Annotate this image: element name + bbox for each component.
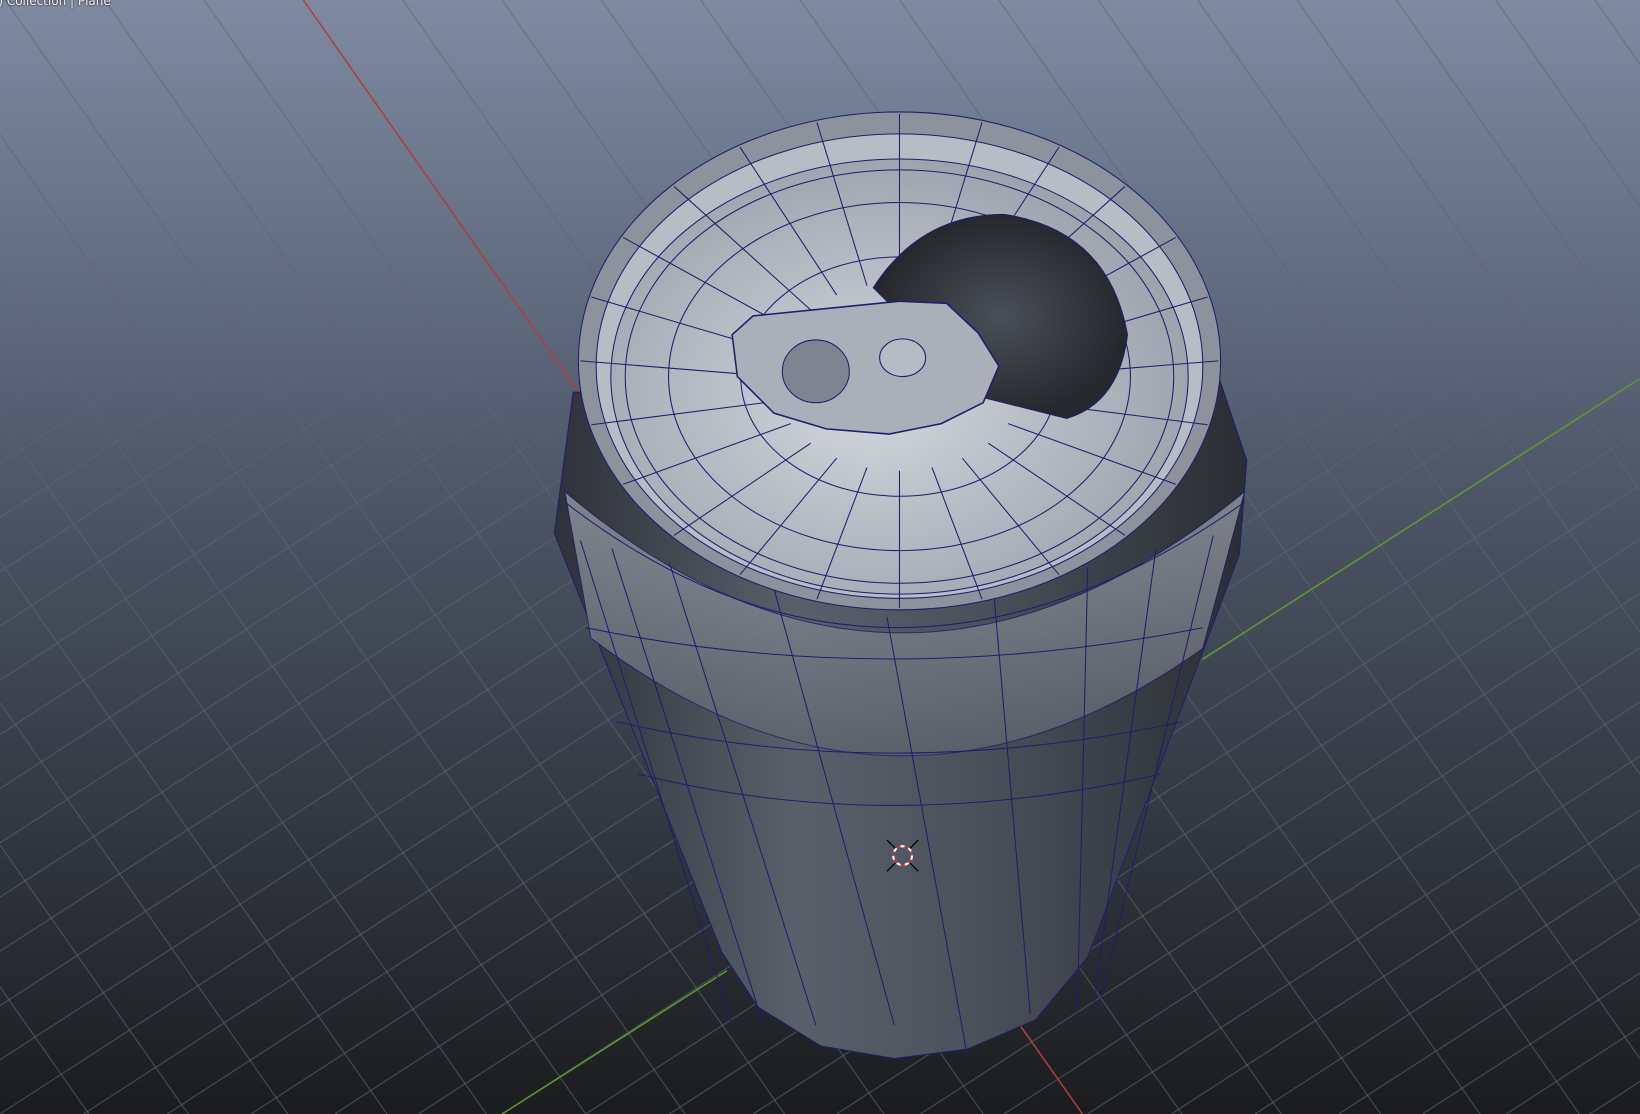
3d-viewport[interactable]: (1) Collection | Plane <box>0 0 1640 1114</box>
viewport-canvas[interactable] <box>0 0 1640 1114</box>
pull-tab-ring-hole <box>781 339 850 404</box>
pull-tab-rivet <box>879 338 927 378</box>
viewport-object-label: (1) Collection | Plane <box>0 0 111 8</box>
